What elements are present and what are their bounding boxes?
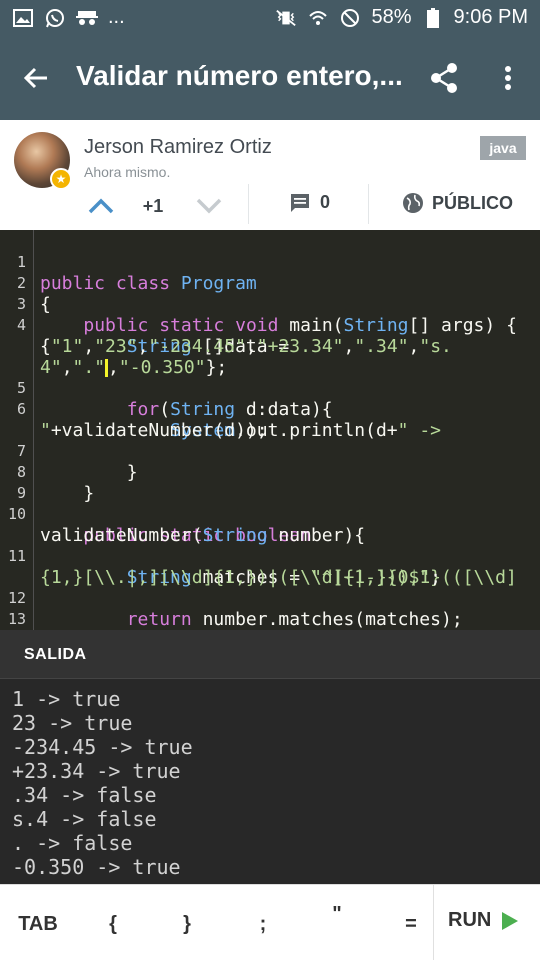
key-equals[interactable]: = bbox=[396, 909, 426, 939]
code-line: 3 public static void main(String[] args)… bbox=[0, 273, 540, 336]
arrow-back-icon bbox=[23, 67, 47, 89]
more-options-button[interactable] bbox=[488, 58, 528, 98]
globe-icon bbox=[403, 193, 423, 213]
more-notifications: ... bbox=[108, 6, 125, 28]
output-panel: 1 -> true 23 -> true -234.45 -> true +23… bbox=[0, 678, 540, 884]
share-button[interactable] bbox=[424, 58, 464, 98]
divider bbox=[433, 885, 434, 960]
code-line: 10 public static boolean bbox=[0, 483, 540, 546]
code-line: 8 } bbox=[0, 441, 540, 504]
output-line: -234.45 -> true bbox=[12, 735, 193, 759]
output-line: 1 -> true bbox=[12, 687, 121, 711]
key-quote[interactable]: " bbox=[322, 899, 352, 929]
code-line-wrap: {1,}[\\.|,][\\d]{1,})|([\\d]{1,}))$"; bbox=[40, 567, 441, 588]
post-time: Ahora mismo. bbox=[84, 164, 171, 180]
key-open-brace[interactable]: { bbox=[98, 909, 128, 939]
key-close-brace[interactable]: } bbox=[172, 909, 202, 939]
whatsapp-icon bbox=[44, 7, 66, 29]
downvote-button[interactable] bbox=[192, 192, 226, 220]
comments-button[interactable]: 0 bbox=[290, 192, 330, 213]
key-semicolon[interactable]: ; bbox=[248, 909, 278, 939]
code-line: 14 } bbox=[0, 609, 540, 630]
status-bar: ... 58% 9:06 PM bbox=[0, 0, 540, 36]
visibility-label: PÚBLICO bbox=[432, 192, 513, 213]
code-line: 7 } bbox=[0, 420, 540, 483]
output-line: +23.34 -> true bbox=[12, 759, 181, 783]
output-line: .34 -> false bbox=[12, 783, 157, 807]
wifi-icon bbox=[307, 7, 329, 29]
battery-percent: 58% bbox=[371, 6, 412, 28]
author-name[interactable]: Jerson Ramirez Ortiz bbox=[84, 136, 272, 159]
output-line: -0.350 -> true bbox=[12, 855, 181, 879]
code-line-wrap: 4","." ,"-0.350"}; bbox=[40, 357, 228, 378]
more-vert-icon bbox=[505, 66, 511, 90]
star-badge-icon: ★ bbox=[50, 168, 72, 190]
share-icon bbox=[431, 63, 457, 93]
output-title: SALIDA bbox=[24, 646, 87, 663]
divider bbox=[368, 184, 369, 224]
do-not-disturb-icon bbox=[339, 7, 361, 29]
back-button[interactable] bbox=[16, 58, 56, 98]
image-icon bbox=[12, 7, 34, 29]
run-label: RUN bbox=[448, 909, 492, 931]
code-line: 12 return number.matches(matches); bbox=[0, 567, 540, 630]
vibrate-icon bbox=[275, 7, 297, 29]
language-badge: java bbox=[480, 136, 526, 160]
code-line-wrap: "+validateNumber(d)); bbox=[40, 420, 268, 441]
code-line: 4 String []data = bbox=[0, 294, 540, 357]
code-line: 5 for(String d:data){ bbox=[0, 357, 540, 420]
code-line: 6 System.out.println(d+" -> bbox=[0, 378, 540, 441]
comments-count: 0 bbox=[320, 192, 331, 212]
clock: 9:06 PM bbox=[453, 6, 528, 28]
chevron-down-icon bbox=[196, 198, 222, 214]
incognito-icon bbox=[76, 7, 98, 29]
upvote-button[interactable] bbox=[84, 192, 118, 220]
code-editor[interactable]: 1 public class Program 2 { 3 public stat… bbox=[0, 230, 540, 630]
divider bbox=[248, 184, 249, 224]
output-header: SALIDA bbox=[0, 630, 540, 678]
code-line: 9 bbox=[0, 462, 540, 502]
chevron-up-icon bbox=[88, 198, 114, 214]
key-toolbar: TAB { } ; " = RUN bbox=[0, 884, 540, 960]
code-line: 13 } bbox=[0, 588, 540, 628]
code-line-wrap: validateNumber(String number){ bbox=[40, 525, 366, 546]
comment-icon bbox=[291, 193, 309, 212]
avatar[interactable]: ★ bbox=[14, 132, 72, 190]
page-title: Validar número entero,... bbox=[76, 60, 403, 91]
output-line: . -> false bbox=[12, 831, 133, 855]
code-line-wrap: {"1","23","-234.45","+23.34",".34","s. bbox=[40, 336, 452, 357]
code-line: 2 { bbox=[0, 252, 540, 315]
output-line: 23 -> true bbox=[12, 711, 133, 735]
app-bar: Validar número entero,... bbox=[0, 36, 540, 120]
code-line: 1 public class Program bbox=[0, 231, 540, 294]
play-icon bbox=[502, 911, 519, 930]
post-header: ★ Jerson Ramirez Ortiz Ahora mismo. java… bbox=[0, 120, 540, 230]
vote-count: +1 bbox=[142, 196, 164, 216]
run-button[interactable]: RUN bbox=[448, 909, 519, 932]
battery-icon bbox=[422, 7, 444, 29]
visibility-button[interactable]: PÚBLICO bbox=[402, 192, 513, 214]
output-line: s.4 -> false bbox=[12, 807, 157, 831]
code-line: 11 String matches = "^[+|-]{0,1}(([\\d] bbox=[0, 525, 540, 588]
key-tab[interactable]: TAB bbox=[18, 909, 58, 939]
